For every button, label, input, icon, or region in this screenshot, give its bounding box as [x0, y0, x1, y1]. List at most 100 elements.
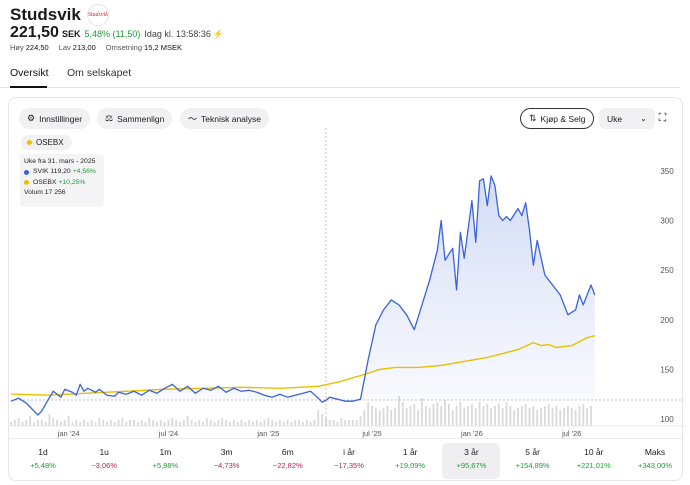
- period-3-år[interactable]: 3 år +95,67%: [442, 443, 501, 479]
- period-10-år[interactable]: 10 år +221,01%: [565, 443, 623, 479]
- period-change: −4,73%: [213, 461, 240, 470]
- volume-bar: [29, 416, 32, 426]
- tab-about-company[interactable]: Om selskapet: [67, 67, 131, 79]
- chart-card: 350 300 250 200 150 100 jan '24 jul '24 jan '25 j…: [8, 97, 684, 482]
- period-1d[interactable]: 1d +5,48%: [14, 443, 72, 479]
- price-chart[interactable]: 350 300 250 200 150 100 jan '24 jul '24 jan '25 j…: [9, 98, 684, 438]
- interval-select[interactable]: Uke ⌄: [599, 108, 655, 129]
- osebx-dot-icon: [24, 180, 29, 186]
- volume-bar: [159, 420, 162, 426]
- stock-title: Studsvik: [10, 5, 81, 24]
- volume-bar: [563, 408, 565, 426]
- volume-bar: [543, 406, 546, 426]
- volume-bar: [447, 404, 450, 426]
- volume-bar: [263, 420, 266, 426]
- volume-bar: [490, 408, 493, 426]
- volume-bar: [125, 422, 128, 426]
- technical-analysis-button[interactable]: 〜 Teknisk analyse: [180, 108, 270, 129]
- x-tick-label: jan '25: [256, 429, 279, 438]
- volume-bar: [48, 414, 51, 426]
- period-3m[interactable]: 3m −4,73%: [198, 443, 256, 479]
- y-tick-label: 100: [660, 415, 674, 424]
- volume-bar: [405, 408, 408, 426]
- volume-bar: [459, 402, 462, 426]
- period-selector: 1d +5,48% 1u −3,06% 1m +5,98% 3m −4,73% 6m −22,82…: [9, 438, 682, 482]
- period-1m[interactable]: 1m +5,98%: [136, 443, 194, 479]
- period-Maks[interactable]: Maks +343,00%: [626, 443, 684, 479]
- volume-bar: [578, 406, 581, 426]
- volume-bar: [302, 422, 304, 426]
- volume-bar: [56, 420, 58, 426]
- currency: SEK: [61, 29, 81, 39]
- period-1u[interactable]: 1u −3,06%: [75, 443, 133, 479]
- volume-bar: [282, 422, 285, 426]
- trend-line-icon: 〜: [188, 114, 198, 124]
- period-6m[interactable]: 6m −22,82%: [259, 443, 317, 479]
- x-tick-label: jul '24: [158, 429, 178, 438]
- volume-bar: [236, 422, 239, 426]
- volume-bar: [294, 420, 297, 426]
- period-5-år[interactable]: 5 år +154,89%: [504, 443, 562, 479]
- volume-bar: [205, 418, 208, 426]
- volume-bar: [309, 422, 312, 426]
- y-tick-label: 300: [660, 217, 674, 226]
- period-label: 5 år: [525, 447, 540, 457]
- volume-bar: [455, 406, 458, 426]
- compare-button[interactable]: ⚖ Sammenlign: [97, 108, 173, 129]
- period-i-år[interactable]: i år −17,35%: [320, 443, 378, 479]
- volume-bar: [532, 406, 535, 426]
- volume-bar: [60, 422, 62, 426]
- volume-bar: [221, 418, 224, 426]
- compare-legend-osebx[interactable]: OSEBX: [21, 135, 72, 150]
- volume-bar: [536, 410, 539, 426]
- tab-overview[interactable]: Oversikt: [10, 67, 49, 79]
- volume-bar: [33, 422, 35, 426]
- period-label: 3m: [220, 447, 233, 457]
- stats-row: Høy 224,50 Lav 213,00 Omsetning 15,2 MSEK: [10, 43, 192, 52]
- volume-bar: [106, 422, 108, 426]
- volume-bar: [344, 420, 347, 426]
- period-change: −22,82%: [272, 461, 303, 470]
- volume-bar: [225, 420, 227, 426]
- period-change: +154,89%: [515, 461, 550, 470]
- volume-bar: [286, 420, 289, 426]
- osebx-dot-icon: [27, 140, 32, 145]
- volume-bar: [540, 408, 542, 426]
- volume-bar: [175, 420, 178, 426]
- price-change: 5,48% (11,50): [84, 29, 141, 39]
- period-1-år[interactable]: 1 år +19,09%: [381, 443, 439, 479]
- buy-sell-button[interactable]: ⇅ Kjøp & Selg: [520, 108, 595, 129]
- gear-icon: ⚙: [27, 113, 36, 123]
- volume-bar: [140, 420, 143, 426]
- volume-bar: [152, 420, 155, 426]
- volume-bar: [190, 420, 193, 426]
- volume-bar: [582, 404, 585, 426]
- volume-bar: [278, 420, 281, 426]
- volume-bar: [90, 420, 93, 426]
- volume-bar: [463, 408, 466, 426]
- fullscreen-icon[interactable]: ⛶: [653, 109, 672, 128]
- period-label: 3 år: [464, 447, 479, 457]
- period-change: +19,09%: [395, 461, 426, 470]
- volume-bar: [71, 422, 74, 426]
- volume-bar: [409, 406, 412, 426]
- volume-bar: [321, 414, 324, 426]
- volume-bar: [355, 420, 358, 426]
- volume-bar: [232, 420, 235, 426]
- period-label: Maks: [644, 447, 666, 457]
- stat-low: Lav 213,00: [58, 43, 96, 52]
- volume-bar: [547, 404, 550, 426]
- settings-button[interactable]: ⚙ Innstillinger: [19, 108, 91, 129]
- tab-bar: Oversikt Om selskapet: [0, 64, 680, 88]
- volume-bar: [133, 420, 135, 426]
- volume-bar: [156, 422, 158, 426]
- volume-bar: [10, 422, 12, 426]
- volume-bar: [36, 420, 39, 426]
- volume-bar: [570, 408, 573, 426]
- swap-arrows-icon: ⇅: [529, 113, 537, 123]
- volume-bar: [401, 402, 404, 426]
- volume-bar: [217, 420, 220, 426]
- volume-bar: [424, 406, 427, 426]
- price-time: Idag kl. 13:58:36: [144, 29, 211, 39]
- x-tick-label: jul '26: [561, 429, 581, 438]
